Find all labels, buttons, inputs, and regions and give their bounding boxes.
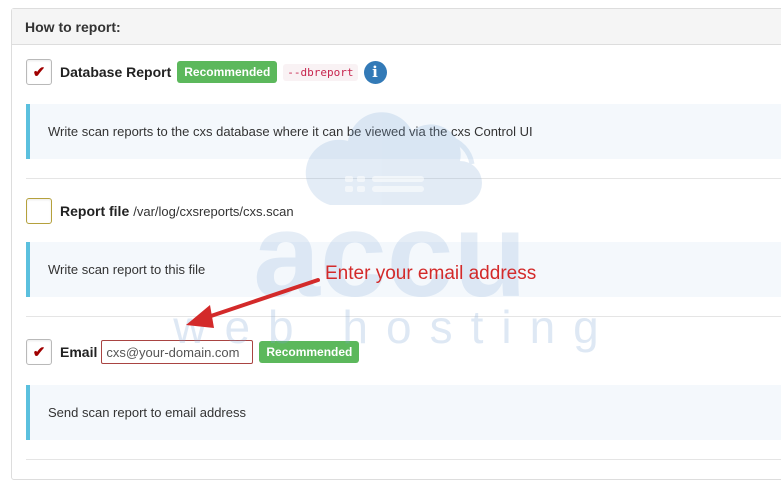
db-report-description: Write scan reports to the cxs database w… (26, 104, 781, 159)
how-to-report-panel: How to report: ✔ Database Report Recomme… (11, 8, 781, 480)
db-report-label: Database Report (60, 64, 172, 80)
email-input[interactable] (101, 340, 254, 364)
db-report-row: ✔ Database Report Recommended --dbreport… (26, 57, 387, 87)
recommended-badge: Recommended (259, 341, 360, 363)
email-row: ✔ Email Recommended (26, 337, 360, 367)
recommended-badge: Recommended (177, 61, 278, 83)
divider (26, 178, 781, 179)
report-file-row: Report file /var/log/cxsreports/cxs.scan (26, 196, 294, 226)
checkmark-icon: ✔ (32, 343, 46, 361)
report-file-label: Report file (60, 203, 130, 219)
report-file-path: /var/log/cxsreports/cxs.scan (133, 203, 294, 219)
info-icon[interactable]: i (363, 60, 387, 84)
email-label: Email (60, 344, 98, 360)
dbreport-flag: --dbreport (283, 63, 358, 81)
db-report-checkbox[interactable]: ✔ (26, 59, 52, 85)
checkmark-icon: ✔ (32, 63, 46, 81)
email-checkbox[interactable]: ✔ (26, 339, 52, 365)
panel-title: How to report: (25, 19, 121, 35)
divider (26, 459, 781, 460)
report-file-checkbox[interactable] (26, 198, 52, 224)
divider (26, 316, 781, 317)
panel-header: How to report: (12, 9, 781, 45)
annotation-text: Enter your email address (325, 263, 537, 284)
email-description: Send scan report to email address (26, 385, 781, 440)
